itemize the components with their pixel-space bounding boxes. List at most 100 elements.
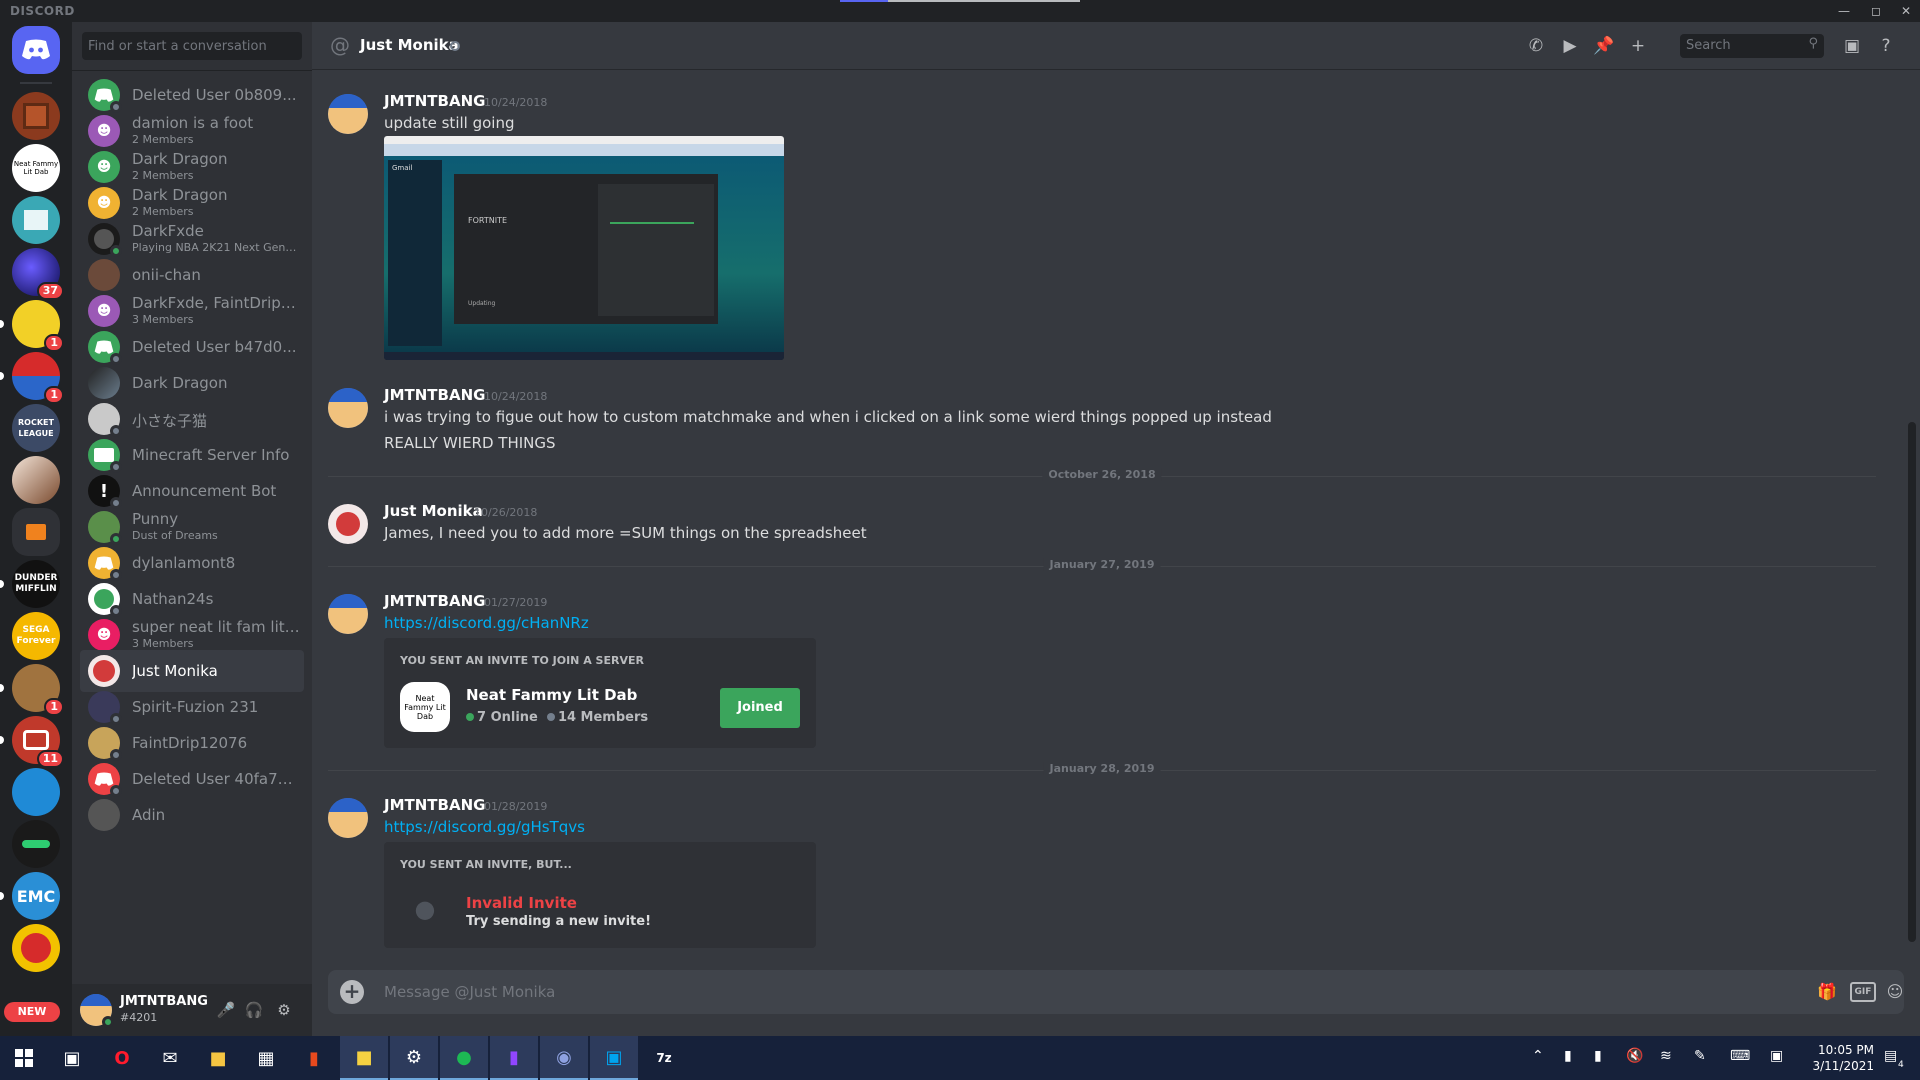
server-minecraft-chest[interactable] [12, 92, 60, 140]
author-name[interactable]: JMTNTBANG [384, 592, 485, 610]
title-bar: DISCORD — ◻ ✕ [0, 0, 1920, 22]
author-avatar[interactable] [328, 504, 368, 544]
find-conversation-input[interactable]: Find or start a conversation [82, 32, 302, 60]
server-emc[interactable]: EMC [0, 872, 60, 920]
gift-icon[interactable]: 🎁 [1814, 980, 1840, 1004]
new-unreads-badge[interactable]: NEW [4, 1002, 60, 1022]
dm-name: Adin [132, 806, 166, 824]
server-spongebob[interactable]: 1 [0, 300, 64, 352]
server-sega-forever[interactable]: SEGA Forever [12, 612, 60, 660]
dm-item[interactable]: Adin [80, 794, 304, 836]
call-icon[interactable]: ✆ [1524, 34, 1548, 58]
message-timestamp: 10/24/2018 [484, 390, 548, 403]
date-divider: January 27, 2019 [328, 558, 1876, 571]
server-pokeball[interactable]: 1 [0, 352, 64, 404]
add-friend-icon[interactable]: + [1626, 34, 1650, 58]
dm-name: Nathan24s [132, 590, 214, 608]
author-name[interactable]: JMTNTBANG [384, 796, 485, 814]
building-icon [24, 210, 48, 230]
close-icon[interactable]: ✕ [1892, 2, 1920, 20]
twitch-icon[interactable]: ▮ [490, 1036, 538, 1080]
invite-link[interactable]: https://discord.gg/gHsTqvs [384, 818, 585, 836]
help-icon[interactable]: ? [1874, 34, 1898, 58]
microphone-icon[interactable]: 🎤 [216, 1000, 236, 1020]
invalid-invite-title: Invalid Invite [466, 894, 577, 912]
author-avatar[interactable] [328, 798, 368, 838]
mail-icon[interactable]: ✉ [146, 1036, 194, 1080]
7zip-icon[interactable]: 7z [640, 1036, 688, 1080]
server-supreme-dunes[interactable] [12, 768, 60, 816]
remote-icon[interactable]: ▣ [590, 1036, 638, 1080]
message-text: REALLY WIERD THINGS [384, 434, 556, 452]
pin-icon[interactable]: 📌 [1592, 34, 1616, 58]
message-input[interactable]: Message @Just Monika [384, 983, 555, 1001]
battery-icon[interactable]: ▮ [1594, 1048, 1602, 1064]
mention-badge: 1 [44, 386, 64, 404]
wifi-icon[interactable]: ≋ [1660, 1048, 1672, 1064]
spotify-icon[interactable]: ● [440, 1036, 488, 1080]
video-call-icon[interactable]: ▶ [1558, 34, 1582, 58]
message-text: James, I need you to add more =SUM thing… [384, 524, 867, 542]
taskbar-clock[interactable]: 10:05 PM 3/11/2021 [1808, 1042, 1874, 1074]
server-parks-and-rec[interactable]: 1 [0, 664, 64, 716]
group-avatar: ☻ [88, 115, 120, 147]
chat-title: Just Monika [360, 36, 459, 54]
server-rocket-league[interactable]: ROCKET LEAGUE [12, 404, 60, 452]
discord-taskbar-icon[interactable]: ◉ [540, 1036, 588, 1080]
author-name[interactable]: JMTNTBANG [384, 92, 485, 110]
server-galaxy[interactable]: 37 [12, 248, 64, 300]
display-icon[interactable]: ▣ [1770, 1048, 1783, 1064]
task-view-icon[interactable]: ▣ [48, 1036, 96, 1080]
server-folder[interactable] [12, 508, 60, 556]
author-avatar[interactable] [328, 388, 368, 428]
sticky-notes-icon[interactable]: ■ [340, 1036, 388, 1080]
home-button[interactable] [12, 26, 60, 74]
clock-date: 3/11/2021 [1812, 1059, 1874, 1073]
keyboard-icon[interactable]: ⌨ [1730, 1048, 1750, 1064]
server-sharkbyte[interactable] [12, 820, 60, 868]
dm-subtext: 3 Members [132, 637, 194, 650]
volume-muted-icon[interactable]: 🔇 [1626, 1048, 1643, 1064]
dm-subtext: 2 Members [132, 169, 194, 182]
image-attachment[interactable]: Gmail FORTNITE Updating [384, 136, 784, 360]
mention-badge: 1 [44, 334, 64, 352]
search-input[interactable]: Search ⚲ [1680, 34, 1824, 58]
add-attachment-icon[interactable]: + [340, 980, 364, 1004]
author-avatar[interactable] [328, 594, 368, 634]
message-text: update still going [384, 114, 515, 132]
invite-link[interactable]: https://discord.gg/cHanNRz [384, 614, 589, 632]
dm-list: Deleted User 0b809... ☻ damion is a foot… [80, 74, 304, 984]
gif-button[interactable]: GIF [1850, 982, 1876, 1002]
server-neat-fammy[interactable]: Neat Fammy Lit Dab [12, 144, 60, 192]
file-explorer-icon[interactable]: ■ [194, 1036, 242, 1080]
author-avatar[interactable] [328, 94, 368, 134]
server-brown[interactable] [12, 456, 60, 504]
gmail-label: Gmail [392, 164, 413, 172]
server-red-tv[interactable]: 11 [0, 716, 64, 768]
author-name[interactable]: Just Monika [384, 502, 483, 520]
windows-start-icon[interactable] [0, 1036, 48, 1080]
server-logo-red[interactable] [12, 924, 60, 972]
invalid-invite-card: YOU SENT AN INVITE, BUT... ● Invalid Inv… [384, 842, 816, 948]
notifications-icon[interactable]: ▤ [1884, 1048, 1897, 1064]
pen-icon[interactable]: ✎ [1694, 1048, 1706, 1064]
minimize-icon[interactable]: — [1830, 2, 1858, 20]
tray-chevron-icon[interactable]: ⌃ [1532, 1048, 1544, 1064]
inbox-icon[interactable]: ▣ [1840, 34, 1864, 58]
emoji-icon[interactable]: ☺ [1882, 980, 1908, 1004]
maximize-icon[interactable]: ◻ [1862, 2, 1890, 20]
opera-icon[interactable]: O [98, 1036, 146, 1080]
invite-heading: YOU SENT AN INVITE TO JOIN A SERVER [400, 654, 644, 667]
joined-button[interactable]: Joined [720, 688, 800, 728]
office-icon[interactable]: ▮ [290, 1036, 338, 1080]
headphones-icon[interactable]: 🎧 [244, 1000, 264, 1020]
server-museum[interactable] [12, 196, 60, 244]
steam-icon[interactable]: ⚙ [390, 1036, 438, 1080]
store-icon[interactable]: ▦ [242, 1036, 290, 1080]
message-scrollbar[interactable] [1908, 422, 1916, 942]
author-name[interactable]: JMTNTBANG [384, 386, 485, 404]
settings-gear-icon[interactable]: ⚙ [274, 1000, 294, 1020]
dm-name: Deleted User 0b809... [132, 86, 297, 104]
usb-icon[interactable]: ▮ [1564, 1048, 1572, 1064]
server-dunder-mifflin[interactable]: DUNDER MIFFLIN [0, 560, 60, 608]
